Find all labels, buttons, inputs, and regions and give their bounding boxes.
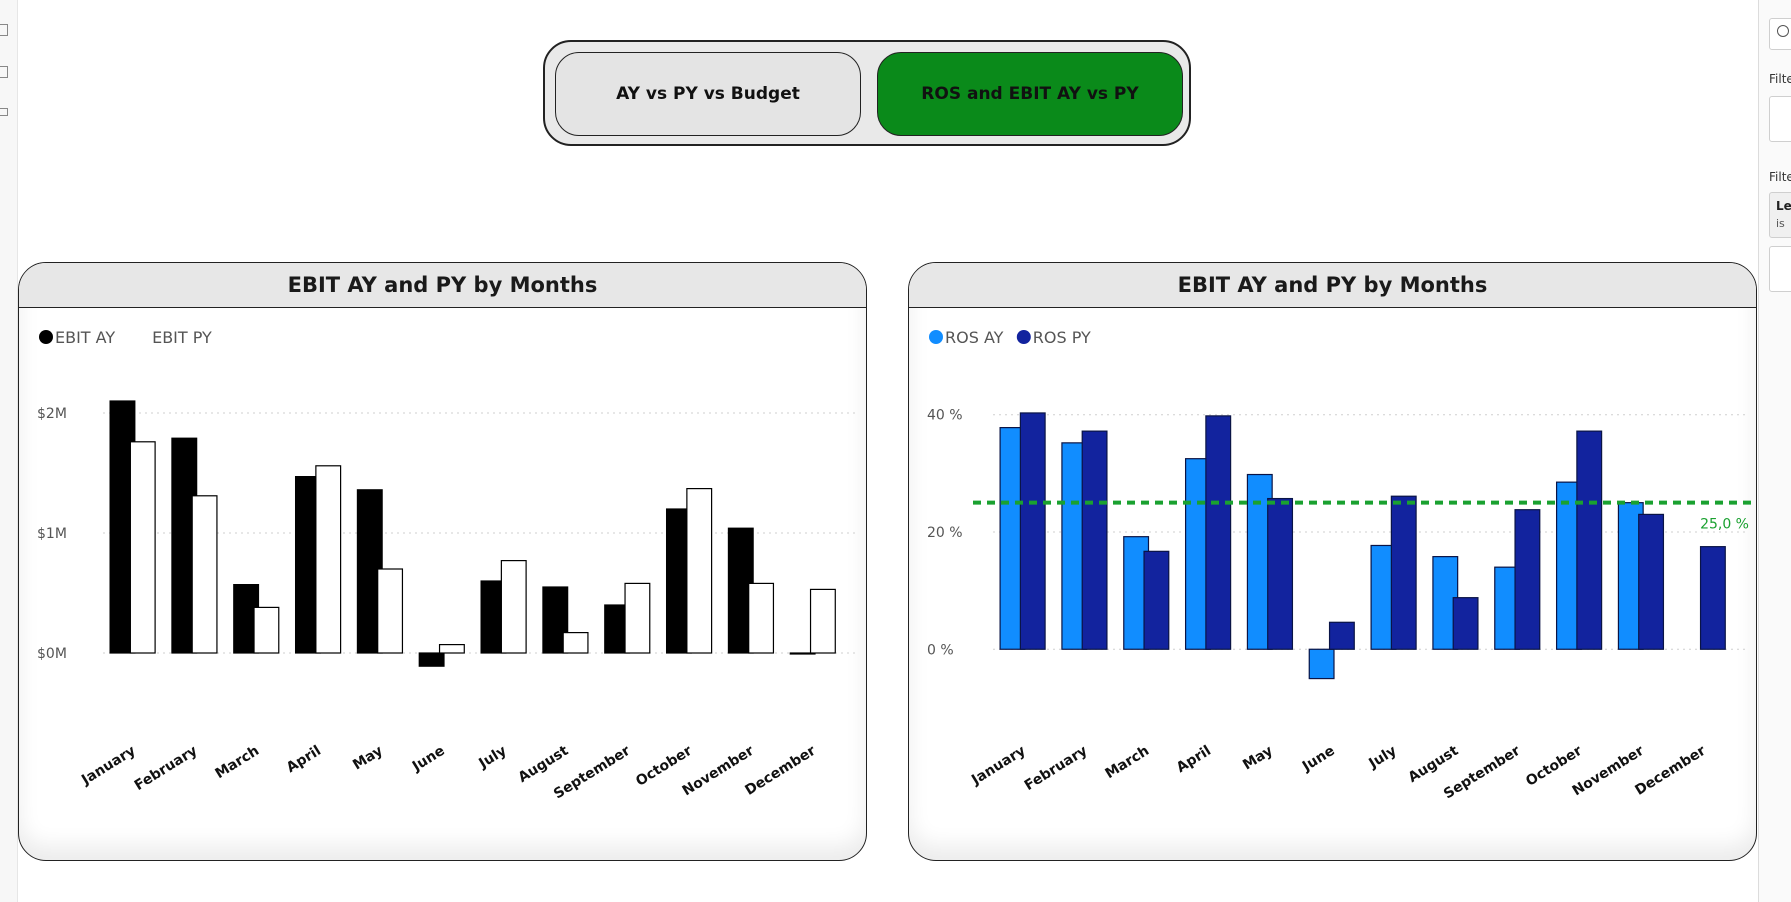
x-tick-label: July (475, 743, 509, 773)
legend-label[interactable]: EBIT AY (55, 328, 115, 347)
model-icon[interactable] (0, 108, 8, 116)
legend-label[interactable]: EBIT PY (152, 328, 212, 347)
reference-line-label: 25,0 % (1700, 517, 1749, 533)
bar-ros-py[interactable] (1452, 597, 1479, 650)
legend-label[interactable]: ROS AY (945, 328, 1004, 347)
x-tick-label: June (409, 743, 448, 775)
data-icon[interactable] (0, 66, 8, 78)
x-tick-label: March (212, 743, 262, 782)
x-tick-label: December (742, 743, 818, 799)
search-icon (1777, 25, 1789, 37)
legend-marker (39, 330, 53, 344)
x-tick-label: June (1299, 743, 1338, 775)
bar-ebit-py[interactable] (624, 582, 651, 654)
bar-ebit-py[interactable] (748, 582, 775, 654)
bar-ebit-ay[interactable] (418, 652, 445, 667)
bar-ebit-py[interactable] (686, 488, 713, 654)
x-tick-label: May (350, 743, 386, 774)
x-tick-label: December (1632, 743, 1708, 799)
bar-ebit-py[interactable] (315, 465, 342, 654)
bar-ros-py[interactable] (1081, 430, 1108, 650)
bar-ros-ay[interactable] (1308, 648, 1335, 680)
bar-ebit-py[interactable] (438, 644, 465, 654)
x-tick-label: May (1240, 743, 1276, 774)
page-toggle-group: AY vs PY vs Budget ROS and EBIT AY vs PY (543, 40, 1191, 146)
y-tick-label: $1M (37, 526, 67, 542)
x-tick-label: January (968, 743, 1028, 789)
bar-ebit-py[interactable] (129, 441, 156, 654)
bar-ros-py[interactable] (1267, 497, 1294, 650)
ros-and-ebit-button[interactable]: ROS and EBIT AY vs PY (877, 52, 1183, 136)
ebit-chart-panel: EBIT AY and PY by Months $0M $1M $2M EBIT A… (18, 262, 867, 861)
x-tick-label: February (132, 743, 201, 794)
bar-ebit-py[interactable] (562, 632, 589, 654)
filter-card-subtitle: is (1776, 217, 1785, 230)
y-tick-label: $2M (37, 406, 67, 422)
bar-ros-py[interactable] (1576, 430, 1603, 650)
bar-ros-py[interactable] (1638, 513, 1665, 650)
bar-ros-py[interactable] (1390, 495, 1417, 650)
legend-marker (1016, 330, 1031, 344)
x-tick-label: July (1365, 743, 1399, 773)
bar-ros-py[interactable] (1143, 550, 1170, 650)
x-tick-label: August (1405, 743, 1461, 786)
bar-ebit-py[interactable] (377, 568, 404, 654)
y-tick-label: 20 % (927, 525, 963, 541)
filter-card-title: Le (1776, 199, 1791, 213)
bar-ebit-py[interactable] (191, 495, 218, 654)
filters-label: Filte (1769, 72, 1791, 86)
filter-card[interactable]: Le is (1769, 192, 1791, 238)
y-tick-label: 40 % (927, 408, 963, 424)
filter-well-2[interactable] (1769, 246, 1791, 292)
table-icon[interactable] (0, 24, 8, 36)
bar-ros-py[interactable] (1514, 509, 1541, 650)
x-tick-label: April (284, 743, 324, 776)
x-tick-label: August (515, 743, 571, 786)
legend-marker (929, 330, 943, 344)
bar-ros-py[interactable] (1205, 415, 1232, 650)
bar-ebit-py[interactable] (253, 606, 280, 654)
filters-label-2: Filte (1769, 170, 1791, 184)
x-tick-label: January (78, 743, 138, 789)
bar-ebit-py[interactable] (500, 560, 527, 654)
x-tick-label: February (1022, 743, 1091, 794)
ros-chart-panel: EBIT AY and PY by Months 0 % 20 % 40 % ROS … (908, 262, 1757, 861)
ebit-chart: $0M $1M $2M EBIT AY EBIT PY JanuaryFebruary Ma… (37, 328, 859, 802)
x-tick-label: March (1102, 743, 1152, 782)
left-toolbar-strip (0, 0, 18, 902)
y-tick-label: $0M (37, 646, 67, 662)
y-tick-label: 0 % (927, 642, 954, 658)
legend-label[interactable]: ROS PY (1033, 328, 1091, 347)
bar-ros-py[interactable] (1328, 621, 1355, 650)
bar-ros-py[interactable] (1019, 412, 1046, 650)
x-tick-label: April (1174, 743, 1214, 776)
filters-pane: Filte Filte Le is (1758, 0, 1791, 902)
bar-ebit-py[interactable] (809, 588, 836, 654)
filter-well[interactable] (1769, 96, 1791, 142)
bar-ros-py[interactable] (1699, 546, 1726, 650)
ros-chart: 0 % 20 % 40 % ROS AY ROS PY JanuaryFebruary Ma… (927, 328, 1753, 802)
search-box[interactable] (1769, 18, 1791, 50)
ay-vs-py-vs-budget-button[interactable]: AY vs PY vs Budget (555, 52, 861, 136)
